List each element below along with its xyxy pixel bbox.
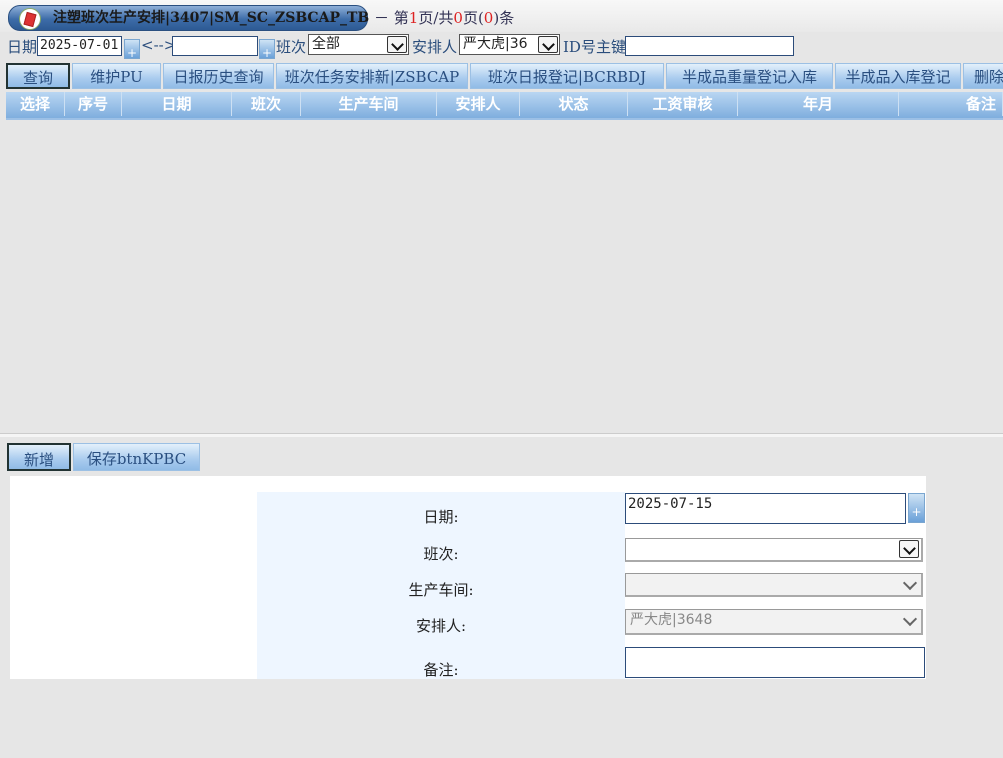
form-date-picker-button[interactable]: + — [908, 493, 925, 523]
col-select[interactable]: 选择 — [6, 92, 65, 116]
window-title: 注塑班次生产安排|3407|SM_SC_ZSBCAP_TB — [53, 10, 370, 26]
pager-prefix: － 第 — [374, 9, 409, 27]
form-shift-select[interactable] — [625, 538, 923, 562]
shift-filter-label: 班次 — [276, 38, 307, 56]
date-from-input[interactable]: 2025-07-01 — [37, 36, 122, 56]
chevron-down-icon — [538, 36, 558, 53]
app-icon — [19, 8, 41, 30]
form-date-input[interactable]: 2025-07-15 — [625, 493, 906, 524]
edit-form: 日期: 班次: 生产车间: 安排人: 备注: 2025-07-15 + 严大虎|… — [10, 476, 926, 679]
shift-filter-select[interactable]: 全部 — [308, 34, 409, 55]
new-button[interactable]: 新增 — [7, 443, 71, 471]
pager-record-count: 0 — [483, 9, 494, 27]
semi-product-inbound-register-button[interactable]: 半成品入库登记 — [835, 63, 961, 89]
daily-history-query-button[interactable]: 日报历史查询 — [163, 63, 274, 89]
col-year-month[interactable]: 年月 — [738, 92, 899, 116]
date-to-input[interactable] — [172, 36, 258, 56]
date-filter-label: 日期 — [7, 38, 38, 56]
semi-product-weight-register-button[interactable]: 半成品重量登记入库 — [666, 63, 833, 89]
arranger-filter-label: 安排人 — [412, 38, 458, 56]
arranger-filter-select[interactable]: 严大虎|36 — [459, 34, 560, 55]
form-arranger-label: 安排人: — [415, 617, 467, 635]
shift-filter-value: 全部 — [312, 36, 340, 52]
date-range-separator: <--> — [141, 36, 177, 54]
title-bar: 注塑班次生产安排|3407|SM_SC_ZSBCAP_TB － 第1页/共0页(… — [0, 0, 1003, 32]
shift-daily-register-button[interactable]: 班次日报登记|BCRBDJ — [470, 63, 664, 89]
form-remark-label: 备注: — [423, 661, 459, 679]
grid-header: 选择 序号 日期 班次 生产车间 安排人 状态 工资审核 年月 备注 — [6, 92, 1003, 120]
date-to-picker-button[interactable]: + — [259, 39, 275, 60]
pager-total-pages: 0 — [453, 9, 463, 27]
panel-splitter[interactable] — [0, 433, 1003, 437]
delete-button[interactable]: 删除 — [963, 63, 1003, 89]
col-seq[interactable]: 序号 — [65, 92, 122, 116]
form-workshop-select[interactable] — [625, 573, 923, 597]
chevron-down-icon — [899, 540, 919, 558]
save-button[interactable]: 保存btnKPBC — [73, 443, 200, 471]
pager-mid2: 页( — [462, 9, 484, 27]
pager-mid: 页/共 — [418, 9, 454, 27]
form-arranger-value: 严大虎|3648 — [630, 612, 713, 628]
id-key-label: ID号主键 — [563, 38, 626, 56]
form-arranger-select[interactable]: 严大虎|3648 — [625, 609, 923, 635]
window-title-tab[interactable]: 注塑班次生产安排|3407|SM_SC_ZSBCAP_TB — [8, 5, 370, 31]
chevron-down-icon — [902, 575, 918, 591]
form-label-column: 日期: 班次: 生产车间: 安排人: 备注: — [257, 492, 625, 679]
maintain-pu-button[interactable]: 维护PU — [72, 63, 161, 89]
chevron-down-icon — [387, 36, 407, 53]
col-shift[interactable]: 班次 — [232, 92, 301, 116]
query-button[interactable]: 查询 — [6, 63, 70, 89]
form-date-label: 日期: — [423, 508, 459, 526]
pager-current-page: 1 — [408, 9, 419, 27]
arranger-filter-value: 严大虎|36 — [463, 36, 528, 52]
col-arranger[interactable]: 安排人 — [437, 92, 520, 116]
col-workshop[interactable]: 生产车间 — [301, 92, 437, 116]
col-status[interactable]: 状态 — [520, 92, 628, 116]
col-wage-audit[interactable]: 工资审核 — [628, 92, 738, 116]
shift-task-arrange-button[interactable]: 班次任务安排新|ZSBCAP — [276, 63, 468, 89]
form-workshop-label: 生产车间: — [408, 581, 474, 599]
form-shift-label: 班次: — [423, 545, 459, 563]
toolbar: 查询 维护PU 日报历史查询 班次任务安排新|ZSBCAP 班次日报登记|BCR… — [6, 63, 1003, 91]
pager-suffix: )条 — [493, 9, 515, 27]
chevron-down-icon — [902, 611, 918, 627]
form-remark-input[interactable] — [625, 647, 925, 678]
pager-info: － 第1页/共0页(0)条 — [374, 7, 514, 28]
id-key-input[interactable] — [625, 36, 794, 56]
col-remark[interactable]: 备注 — [899, 92, 1003, 116]
date-from-picker-button[interactable]: + — [124, 39, 140, 60]
col-date[interactable]: 日期 — [122, 92, 232, 116]
